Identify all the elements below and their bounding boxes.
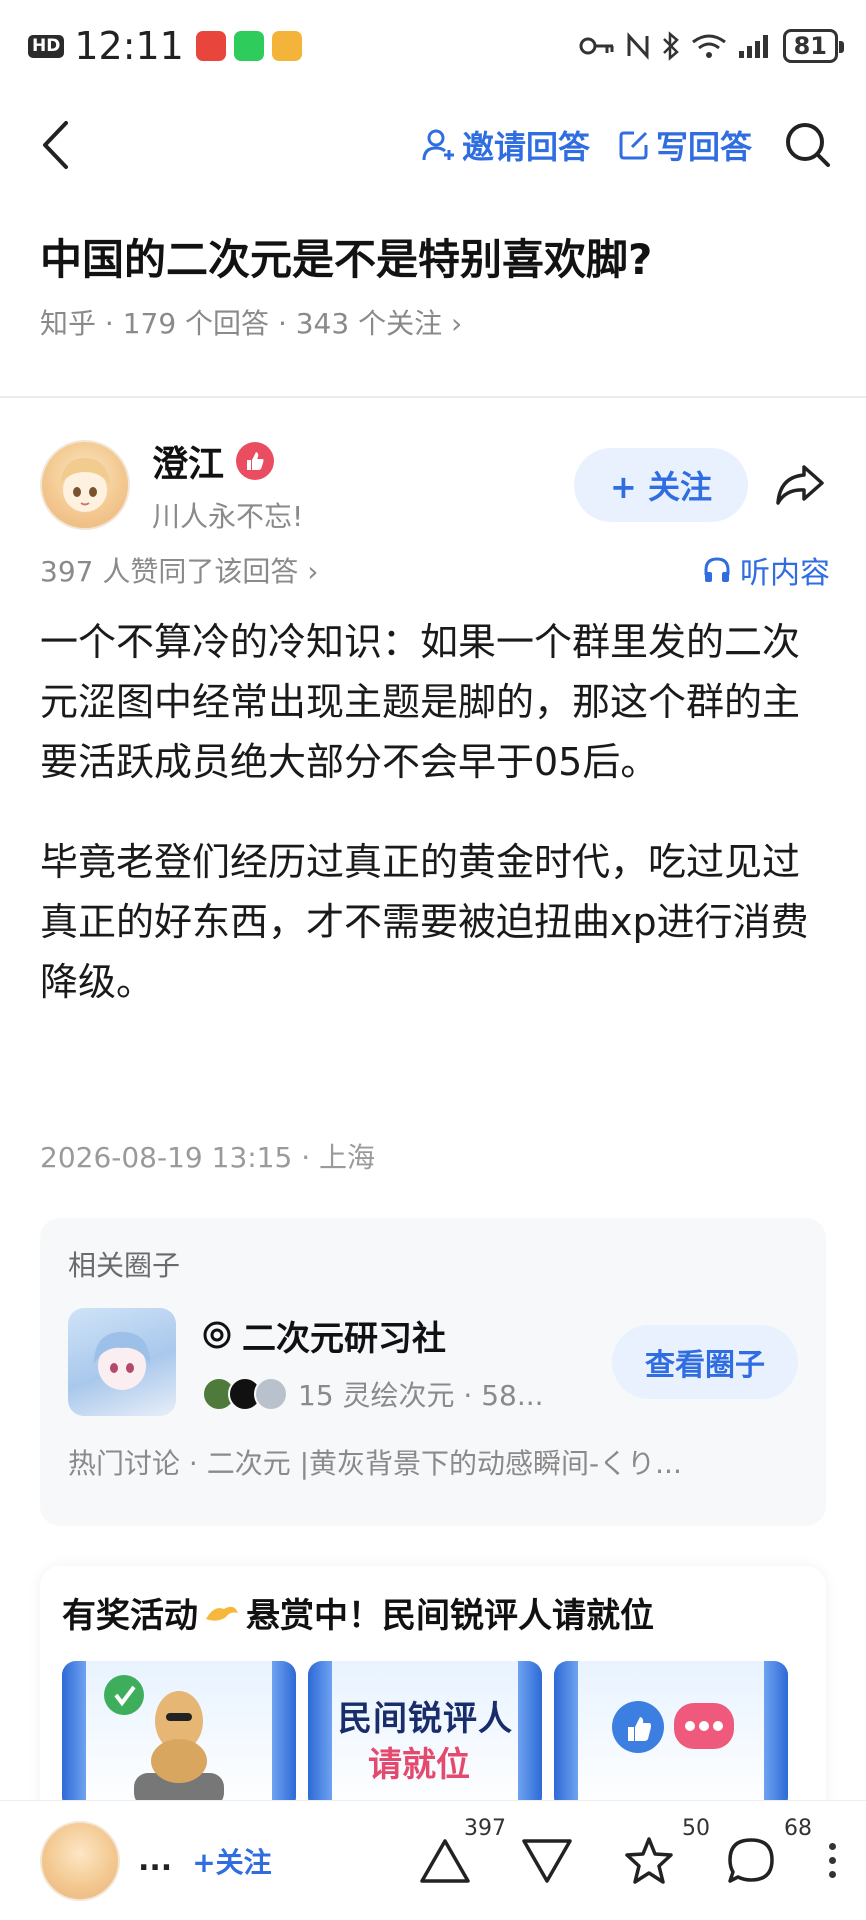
search-button[interactable] bbox=[780, 117, 836, 173]
search-icon bbox=[786, 123, 830, 167]
downvote-button[interactable] bbox=[516, 1830, 578, 1892]
edit-icon bbox=[619, 131, 648, 160]
banner-subline: 请就位 bbox=[368, 1745, 470, 1785]
author-name[interactable]: 澄江 bbox=[152, 435, 224, 487]
answer-paragraph: 毕竟老登们经历过真正的黄金时代，吃过见过真正的好东西，才不需要被迫扭曲xp进行消… bbox=[40, 840, 809, 1004]
anime-circle-icon bbox=[94, 1332, 150, 1390]
headphones-icon bbox=[704, 557, 730, 582]
activity-title-part1: 有奖活动 bbox=[62, 1596, 198, 1636]
activity-banner[interactable] bbox=[554, 1661, 788, 1811]
upvote-triangle-icon bbox=[420, 1838, 470, 1883]
back-button[interactable] bbox=[30, 115, 80, 175]
member-avatars bbox=[202, 1376, 288, 1411]
wifi-icon bbox=[691, 34, 726, 58]
notification-app-icon bbox=[195, 31, 226, 61]
top-nav: 邀请回答 写回答 bbox=[0, 100, 866, 190]
wechat-icon bbox=[233, 31, 264, 61]
comment-button[interactable]: 68 bbox=[720, 1816, 812, 1892]
bottom-follow-button[interactable]: +关注 bbox=[192, 1841, 271, 1881]
activity-title-part2: 悬赏中！民间锐评人请就位 bbox=[246, 1596, 654, 1636]
question-header: 中国的二次元是不是特别喜欢脚? 知乎 · 179 个回答 · 343 个关注 › bbox=[40, 232, 830, 342]
activity-title: 有奖活动 悬赏中！民间锐评人请就位 bbox=[62, 1588, 804, 1637]
key-icon bbox=[579, 37, 614, 55]
status-bar: HD 12:11 81 bbox=[0, 0, 866, 92]
related-circle-card[interactable]: 相关圈子 二次元研习社 15 灵绘次元 · 58... 查看圈子 热门讨论 · … bbox=[40, 1218, 826, 1526]
answer-stats-row: 397 人赞同了该回答 › 听内容 bbox=[40, 548, 830, 592]
downvote-triangle-icon bbox=[522, 1838, 572, 1883]
thumbs-up-badge-icon bbox=[236, 442, 275, 480]
circle-group-icon bbox=[203, 1321, 231, 1349]
anime-avatar-icon bbox=[60, 458, 110, 512]
follow-button[interactable]: + 关注 bbox=[574, 448, 748, 522]
related-circle-title: 相关圈子 bbox=[68, 1249, 181, 1282]
question-meta[interactable]: 知乎 · 179 个回答 · 343 个关注 › bbox=[40, 302, 830, 342]
member-avatar bbox=[254, 1376, 288, 1411]
write-answer-button[interactable]: 写回答 bbox=[618, 122, 752, 168]
signal-icon bbox=[738, 35, 768, 58]
listen-button[interactable]: 听内容 bbox=[702, 548, 830, 592]
flexing-arm-icon bbox=[206, 1606, 238, 1621]
circle-thumbnail[interactable] bbox=[68, 1308, 176, 1416]
bluetooth-icon bbox=[662, 31, 679, 61]
comment-count: 68 bbox=[784, 1815, 812, 1841]
invite-user-icon bbox=[422, 129, 454, 161]
star-icon bbox=[625, 1836, 673, 1884]
nfc-icon bbox=[627, 32, 649, 60]
share-icon bbox=[776, 465, 824, 505]
circle-stats-text: 15 灵绘次元 · 58... bbox=[298, 1378, 544, 1412]
comment-bubble-icon bbox=[728, 1837, 774, 1883]
hot-discussion-text[interactable]: 热门讨论 · 二次元 |黄灰背景下的动感瞬间-くり... bbox=[68, 1442, 798, 1482]
likes-count-text[interactable]: 397 人赞同了该回答 › bbox=[40, 550, 318, 590]
bottom-author-name-truncated: ... bbox=[138, 1843, 173, 1878]
upvote-button[interactable]: 397 bbox=[414, 1816, 506, 1892]
bottom-action-bar: ... +关注 397 50 68 bbox=[0, 1800, 866, 1920]
share-button[interactable] bbox=[770, 455, 830, 515]
activity-banner[interactable] bbox=[62, 1661, 296, 1811]
divider bbox=[0, 396, 866, 398]
battery-indicator: 81 bbox=[782, 29, 845, 63]
author-avatar[interactable] bbox=[40, 440, 130, 530]
invite-answer-button[interactable]: 邀请回答 bbox=[422, 122, 590, 168]
answer-paragraph: 一个不算冷的冷知识：如果一个群里发的二次元涩图中经常出现主题是脚的，那这个群的主… bbox=[40, 620, 801, 784]
upvote-count: 397 bbox=[464, 1815, 506, 1841]
status-icons: 81 bbox=[579, 29, 845, 63]
like-comment-bubbles-icon bbox=[612, 1701, 734, 1753]
listen-label: 听内容 bbox=[740, 556, 830, 591]
favorite-button[interactable]: 50 bbox=[618, 1816, 710, 1892]
peanut-mascot-icon bbox=[104, 1675, 224, 1807]
chevron-left-icon bbox=[43, 121, 68, 169]
answer-timestamp: 2026-08-19 13:15 · 上海 bbox=[40, 1141, 376, 1174]
activity-banner[interactable]: 民间锐评人 请就位 bbox=[308, 1661, 542, 1811]
view-circle-button[interactable]: 查看圈子 bbox=[612, 1325, 798, 1399]
clock: 12:11 bbox=[74, 24, 184, 68]
question-title[interactable]: 中国的二次元是不是特别喜欢脚? bbox=[40, 232, 830, 288]
favorite-count: 50 bbox=[682, 1815, 710, 1841]
notification-app-icon bbox=[271, 31, 302, 61]
hd-indicator: HD bbox=[28, 34, 65, 58]
write-answer-label: 写回答 bbox=[655, 128, 752, 166]
bottom-author-avatar[interactable] bbox=[40, 1820, 120, 1901]
author-row: 澄江 川人永不忘! + 关注 bbox=[40, 430, 830, 540]
more-options-button[interactable] bbox=[822, 1830, 842, 1892]
banner-headline: 民间锐评人 bbox=[338, 1699, 513, 1739]
author-bio: 川人永不忘! bbox=[152, 500, 304, 533]
invite-answer-label: 邀请回答 bbox=[461, 128, 590, 166]
activity-card[interactable]: 有奖活动 悬赏中！民间锐评人请就位 民间锐评人 请就位 bbox=[40, 1566, 826, 1826]
circle-name: 二次元研习社 bbox=[242, 1318, 446, 1359]
answer-body: 一个不算冷的冷知识：如果一个群里发的二次元涩图中经常出现主题是脚的，那这个群的主… bbox=[40, 612, 830, 1012]
